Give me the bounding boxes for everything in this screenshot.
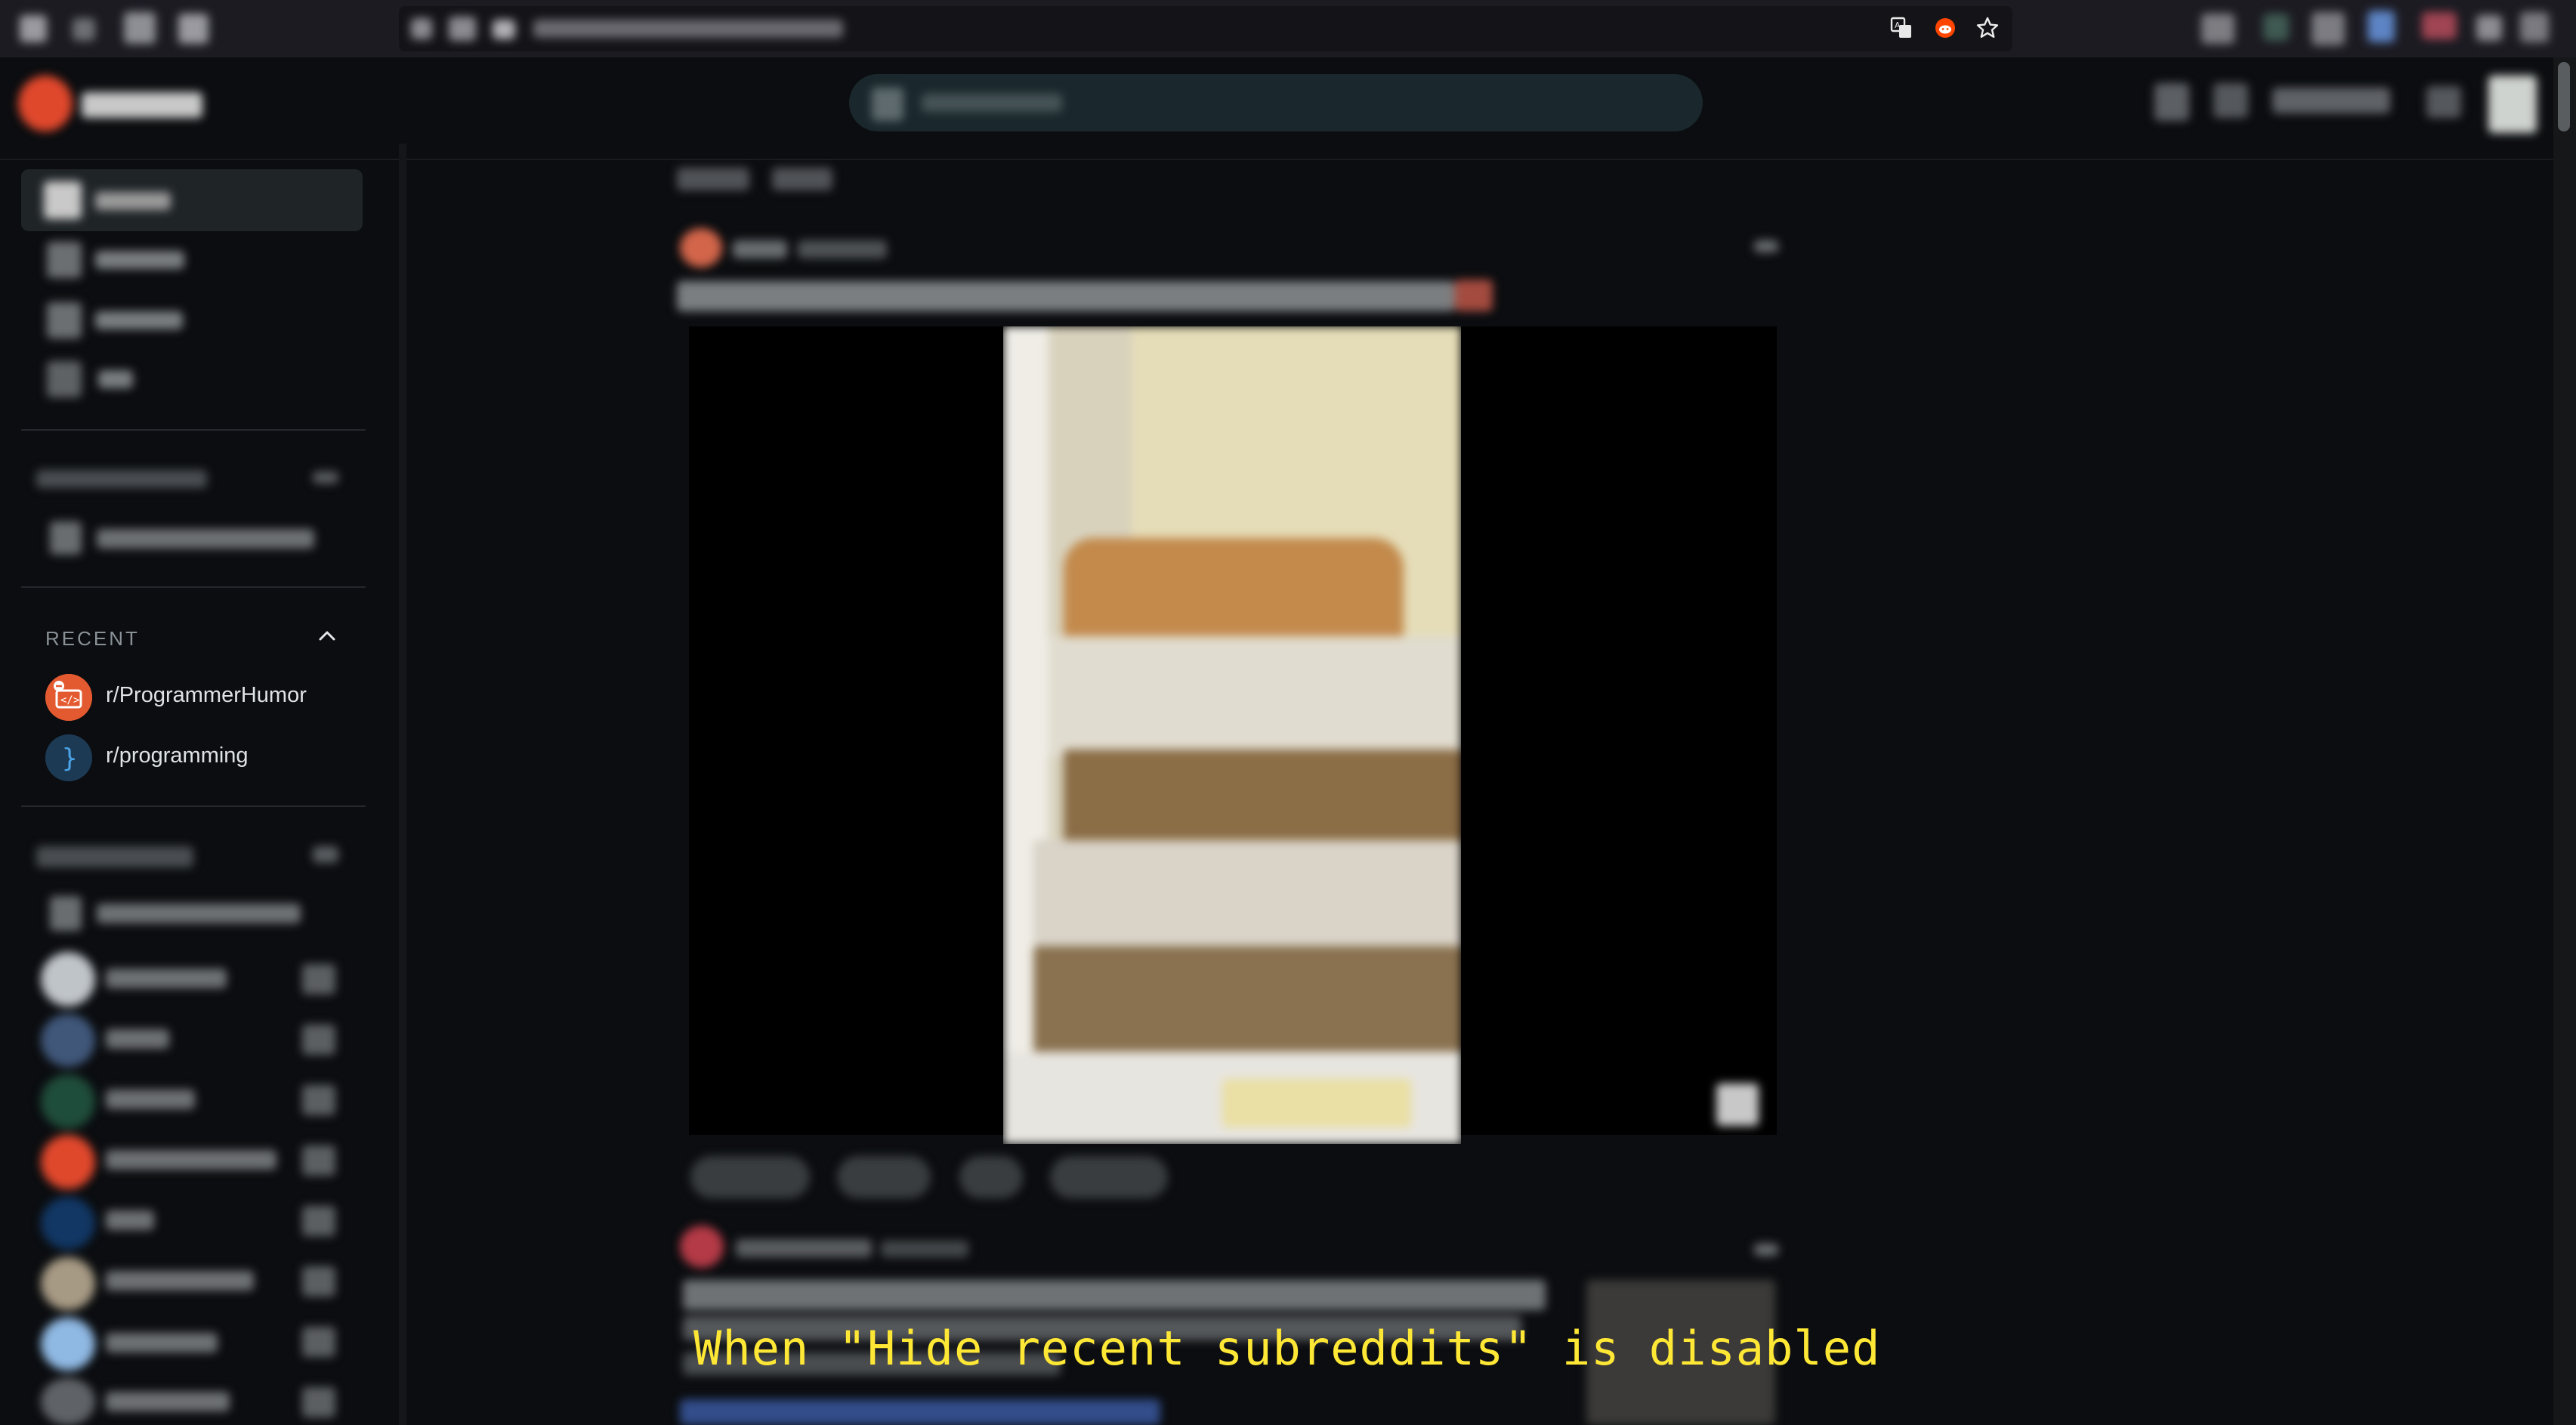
comments-button[interactable] bbox=[837, 1156, 931, 1198]
section-header[interactable] bbox=[36, 846, 193, 867]
post-title[interactable] bbox=[677, 281, 1455, 311]
community-item[interactable] bbox=[41, 1378, 95, 1425]
community-item[interactable] bbox=[41, 952, 95, 1006]
subreddit-avatar[interactable] bbox=[680, 228, 722, 267]
page-scrollbar[interactable] bbox=[2553, 57, 2576, 1425]
recent-item-label: r/programming bbox=[106, 743, 249, 768]
sidebar-item-create[interactable] bbox=[50, 521, 82, 555]
svg-text:}: } bbox=[62, 743, 77, 774]
scrollbar-thumb[interactable] bbox=[2558, 62, 2570, 131]
favorite-star-icon[interactable] bbox=[302, 964, 335, 994]
community-item[interactable] bbox=[41, 1074, 95, 1129]
fullscreen-icon[interactable] bbox=[1716, 1083, 1759, 1126]
favorite-star-icon[interactable] bbox=[302, 1145, 335, 1176]
left-sidebar bbox=[0, 160, 400, 1425]
favorite-star-icon[interactable] bbox=[302, 1206, 335, 1236]
reddit-extension-icon[interactable] bbox=[1934, 17, 1957, 39]
sidebar-item-create[interactable] bbox=[50, 896, 82, 931]
header-icon[interactable] bbox=[2154, 83, 2189, 121]
favorite-star-icon[interactable] bbox=[302, 1266, 335, 1297]
search-icon bbox=[872, 88, 903, 121]
extension-icon[interactable] bbox=[2263, 14, 2289, 41]
video-frame bbox=[1003, 326, 1461, 1144]
svg-text:</>: </> bbox=[60, 694, 79, 706]
notifications-icon[interactable] bbox=[2426, 86, 2461, 118]
browser-toolbar: A bbox=[0, 0, 2576, 57]
chevron-up-icon[interactable] bbox=[316, 624, 338, 647]
sidebar-item-explore[interactable] bbox=[47, 302, 82, 338]
programming-avatar-icon: } bbox=[45, 734, 92, 781]
extension-icon[interactable] bbox=[2201, 14, 2235, 44]
address-bar[interactable]: A bbox=[399, 6, 2012, 51]
section-header[interactable] bbox=[36, 470, 207, 488]
favorite-star-icon[interactable] bbox=[302, 1025, 335, 1055]
community-item[interactable] bbox=[41, 1318, 95, 1371]
post-title[interactable] bbox=[683, 1280, 1546, 1310]
extension-icon[interactable] bbox=[2368, 11, 2395, 42]
post-overflow-menu[interactable] bbox=[1754, 1244, 1778, 1256]
extension-icon[interactable] bbox=[2312, 12, 2345, 45]
header-icon[interactable] bbox=[2213, 83, 2248, 118]
reload-button[interactable] bbox=[124, 12, 156, 44]
favorite-star-icon[interactable] bbox=[302, 1387, 335, 1417]
subreddit-avatar[interactable] bbox=[680, 1226, 724, 1268]
share-button[interactable] bbox=[1050, 1156, 1168, 1198]
community-item[interactable] bbox=[41, 1014, 95, 1067]
svg-text:A: A bbox=[1895, 20, 1901, 30]
user-avatar[interactable] bbox=[2488, 76, 2537, 133]
recent-item-programmerhumor[interactable]: </> r/ProgrammerHumor bbox=[41, 669, 366, 725]
recent-item-programming[interactable]: } r/programming bbox=[41, 730, 366, 786]
sidebar-item-all[interactable] bbox=[47, 361, 82, 397]
sidebar-item-popular[interactable] bbox=[47, 242, 82, 278]
extension-icon[interactable] bbox=[2476, 15, 2502, 41]
vote-button[interactable] bbox=[690, 1156, 810, 1198]
back-button[interactable] bbox=[20, 15, 47, 42]
community-item[interactable] bbox=[41, 1197, 95, 1250]
community-item[interactable] bbox=[41, 1257, 95, 1310]
programmerhumor-avatar-icon: </> bbox=[45, 674, 92, 721]
sidebar-divider[interactable] bbox=[399, 144, 406, 1425]
favorite-star-icon[interactable] bbox=[302, 1085, 335, 1115]
create-post-button[interactable] bbox=[2272, 88, 2390, 113]
post-overflow-menu[interactable] bbox=[1754, 240, 1778, 252]
recent-section-label: RECENT bbox=[45, 627, 140, 650]
community-item[interactable] bbox=[41, 1135, 95, 1189]
bookmark-star-icon[interactable] bbox=[1976, 17, 1999, 39]
reddit-logo[interactable] bbox=[18, 76, 73, 131]
forward-button[interactable] bbox=[73, 18, 95, 41]
home-button[interactable] bbox=[178, 14, 208, 44]
translate-icon[interactable]: A bbox=[1890, 17, 1913, 39]
favorite-star-icon[interactable] bbox=[302, 1327, 335, 1357]
caption-overlay: When "Hide recent subreddits" is disable… bbox=[693, 1321, 1881, 1376]
menu-button[interactable] bbox=[2520, 12, 2549, 42]
reddit-wordmark[interactable] bbox=[82, 92, 202, 118]
post-link[interactable] bbox=[680, 1399, 1160, 1425]
extension-icon[interactable] bbox=[2422, 12, 2457, 39]
sort-dropdown[interactable] bbox=[677, 168, 749, 190]
view-dropdown[interactable] bbox=[772, 168, 832, 190]
award-button[interactable] bbox=[959, 1156, 1023, 1198]
search-input[interactable] bbox=[849, 74, 1703, 131]
recent-item-label: r/ProgrammerHumor bbox=[106, 683, 307, 707]
